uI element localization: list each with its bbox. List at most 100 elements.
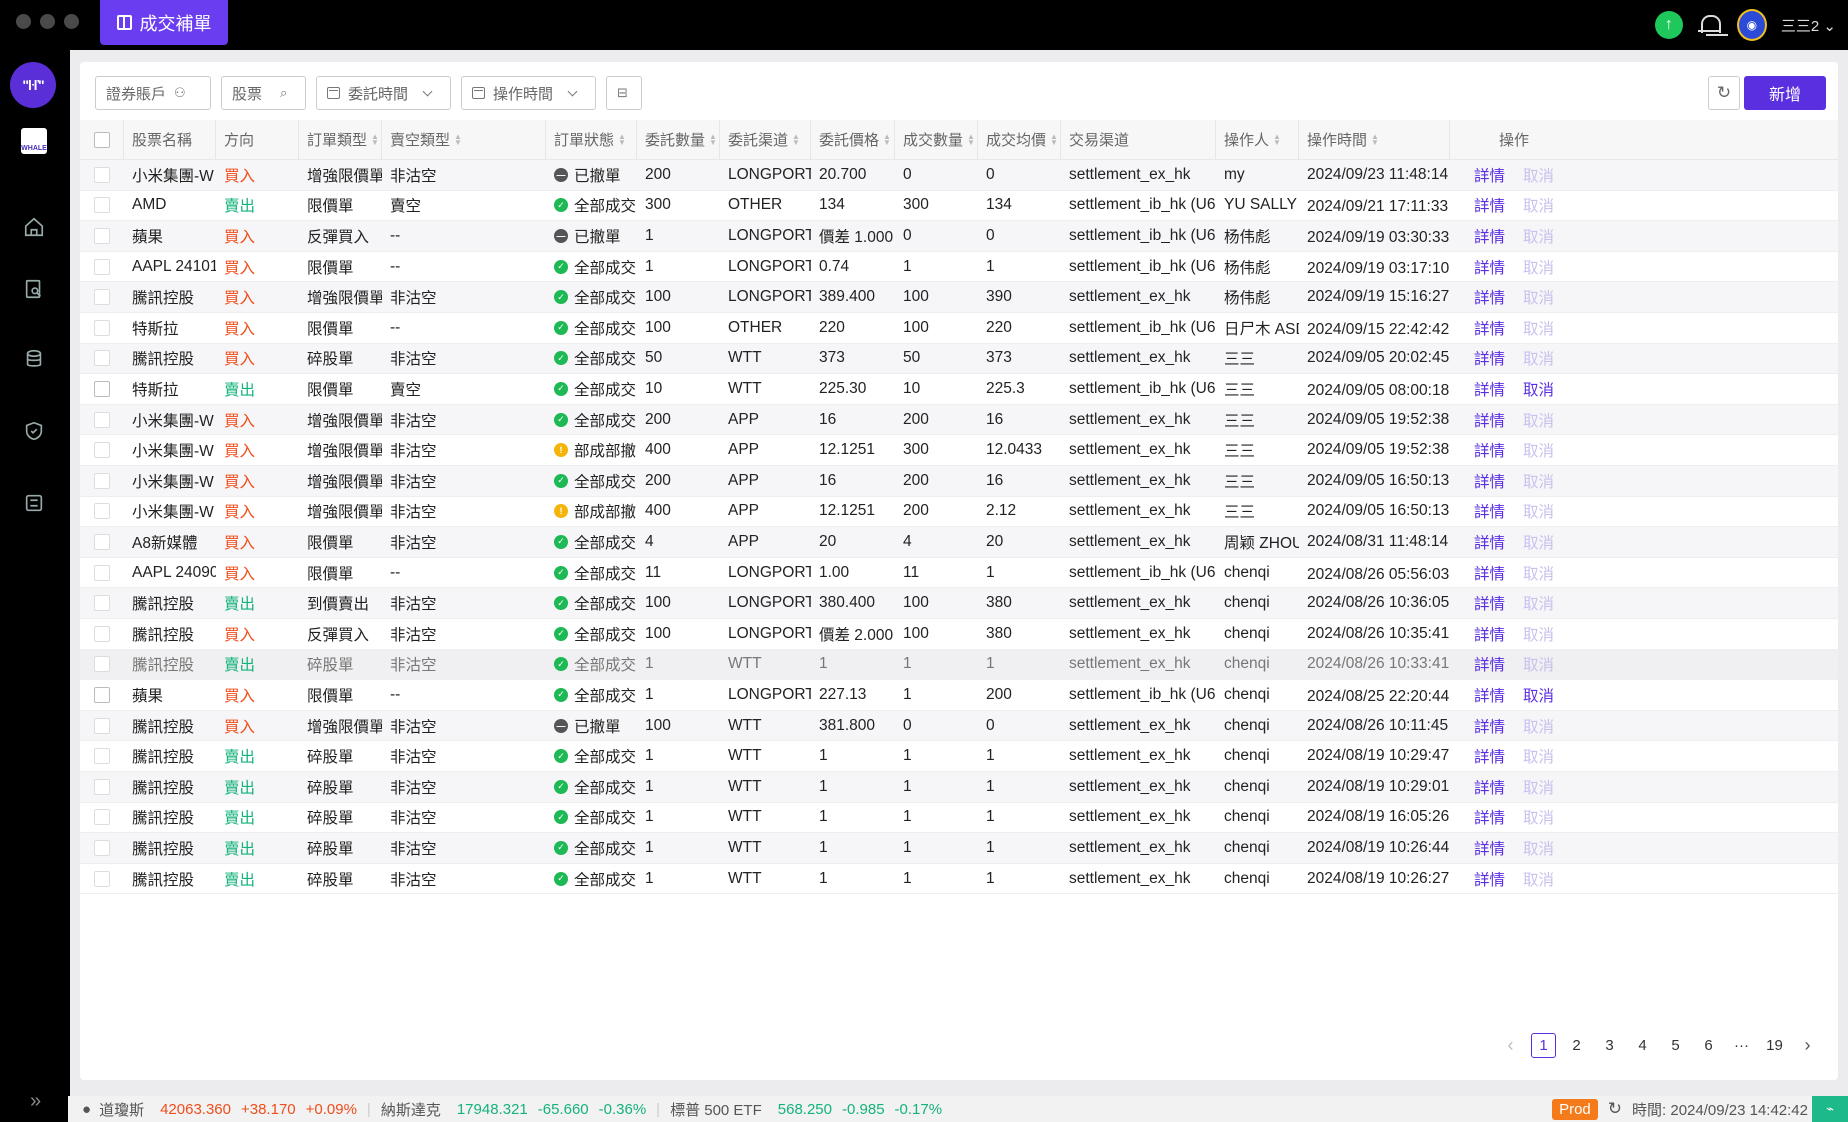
cancel-link[interactable]: 取消	[1523, 256, 1554, 278]
bell-icon[interactable]	[1697, 12, 1723, 38]
cancel-link[interactable]: 取消	[1523, 470, 1554, 492]
row-checkbox[interactable]	[94, 411, 110, 428]
column-header-filled-qty[interactable]: 成交數量 ▲ ▼	[895, 120, 978, 159]
detail-link[interactable]: 詳情	[1474, 745, 1505, 767]
page-button[interactable]: 5	[1663, 1033, 1688, 1058]
sort-icon[interactable]: ▲ ▼	[792, 132, 800, 146]
row-checkbox[interactable]	[94, 503, 110, 520]
cancel-link[interactable]: 取消	[1523, 745, 1554, 767]
cancel-link[interactable]: 取消	[1523, 225, 1554, 247]
cancel-link[interactable]: 取消	[1523, 317, 1554, 339]
column-header-order-status[interactable]: 訂單狀態 ▲ ▼	[546, 120, 637, 159]
detail-link[interactable]: 詳情	[1474, 653, 1505, 675]
order-time-filter[interactable]: 委託時間	[316, 76, 451, 110]
detail-link[interactable]: 詳情	[1474, 286, 1505, 308]
row-checkbox[interactable]	[94, 595, 110, 612]
row-checkbox[interactable]	[94, 656, 110, 673]
collapse-sidebar-icon[interactable]: »	[30, 1090, 41, 1113]
detail-link[interactable]: 詳情	[1474, 715, 1505, 737]
cancel-link[interactable]: 取消	[1523, 776, 1554, 798]
row-checkbox[interactable]	[94, 778, 110, 795]
row-checkbox[interactable]	[94, 625, 110, 642]
row-checkbox[interactable]	[94, 166, 110, 183]
detail-link[interactable]: 詳情	[1474, 562, 1505, 584]
cancel-link[interactable]: 取消	[1523, 439, 1554, 461]
settings-list-icon[interactable]	[22, 491, 46, 515]
detail-link[interactable]: 詳情	[1474, 837, 1505, 859]
row-checkbox[interactable]	[94, 748, 110, 765]
sort-icon[interactable]: ▲ ▼	[709, 132, 717, 146]
row-checkbox[interactable]	[94, 870, 110, 887]
detail-link[interactable]: 詳情	[1474, 164, 1505, 186]
detail-link[interactable]: 詳情	[1474, 225, 1505, 247]
page-button[interactable]: ···	[1729, 1033, 1754, 1058]
sort-icon[interactable]: ▲ ▼	[1273, 132, 1281, 146]
user-name[interactable]: 三三2 ⌄	[1781, 15, 1836, 36]
window-minimize-button[interactable]	[40, 14, 55, 29]
cancel-link[interactable]: 取消	[1523, 194, 1554, 216]
detail-link[interactable]: 詳情	[1474, 776, 1505, 798]
operate-time-filter[interactable]: 操作時間	[461, 76, 596, 110]
upload-icon[interactable]: ↑	[1654, 11, 1683, 39]
column-header-order-price[interactable]: 委託價格 ▲ ▼	[811, 120, 895, 159]
home-icon[interactable]	[22, 215, 46, 239]
sort-icon[interactable]: ▲ ▼	[883, 132, 891, 146]
row-checkbox[interactable]	[94, 717, 110, 734]
detail-link[interactable]: 詳情	[1474, 256, 1505, 278]
cancel-link[interactable]: 取消	[1523, 378, 1554, 400]
column-header-order-type[interactable]: 訂單類型 ▲ ▼	[299, 120, 382, 159]
cancel-link[interactable]: 取消	[1523, 531, 1554, 553]
sort-icon[interactable]: ▲ ▼	[371, 132, 379, 146]
column-header-avg-price[interactable]: 成交均價 ▲ ▼	[978, 120, 1061, 159]
column-header-operator[interactable]: 操作人 ▲ ▼	[1216, 120, 1299, 159]
search-document-icon[interactable]	[22, 277, 46, 301]
row-checkbox[interactable]	[94, 839, 110, 856]
cancel-link[interactable]: 取消	[1523, 868, 1554, 890]
sort-icon[interactable]: ▲ ▼	[618, 132, 626, 146]
detail-link[interactable]: 詳情	[1474, 592, 1505, 614]
cancel-link[interactable]: 取消	[1523, 684, 1554, 706]
row-checkbox[interactable]	[94, 442, 110, 459]
cancel-link[interactable]: 取消	[1523, 653, 1554, 675]
cancel-link[interactable]: 取消	[1523, 286, 1554, 308]
page-button[interactable]: 1	[1531, 1032, 1556, 1058]
detail-link[interactable]: 詳情	[1474, 470, 1505, 492]
page-button[interactable]: 4	[1630, 1033, 1655, 1058]
shield-icon[interactable]	[22, 419, 46, 443]
cancel-link[interactable]: 取消	[1523, 562, 1554, 584]
cancel-link[interactable]: 取消	[1523, 806, 1554, 828]
cancel-link[interactable]: 取消	[1523, 592, 1554, 614]
cancel-link[interactable]: 取消	[1523, 347, 1554, 369]
detail-link[interactable]: 詳情	[1474, 806, 1505, 828]
page-button[interactable]: 3	[1597, 1033, 1622, 1058]
detail-link[interactable]: 詳情	[1474, 409, 1505, 431]
sort-icon[interactable]: ▲ ▼	[1050, 132, 1058, 146]
detail-link[interactable]: 詳情	[1474, 500, 1505, 522]
clear-filter-button[interactable]: ⊟	[606, 76, 642, 110]
sync-icon[interactable]: ↻	[1608, 1099, 1622, 1119]
app-logo[interactable]: "ŀľ"	[10, 62, 56, 108]
row-checkbox[interactable]	[94, 227, 110, 244]
detail-link[interactable]: 詳情	[1474, 347, 1505, 369]
detail-link[interactable]: 詳情	[1474, 439, 1505, 461]
detail-link[interactable]: 詳情	[1474, 868, 1505, 890]
page-button[interactable]: 2	[1564, 1033, 1589, 1058]
whale-logo[interactable]: WHALE	[21, 128, 47, 154]
cancel-link[interactable]: 取消	[1523, 500, 1554, 522]
detail-link[interactable]: 詳情	[1474, 623, 1505, 645]
row-checkbox[interactable]	[94, 197, 110, 214]
support-icon[interactable]: ⌁	[1812, 1096, 1848, 1122]
detail-link[interactable]: 詳情	[1474, 194, 1505, 216]
cancel-link[interactable]: 取消	[1523, 715, 1554, 737]
row-checkbox[interactable]	[94, 686, 110, 703]
window-close-button[interactable]	[16, 14, 31, 29]
page-button[interactable]: 19	[1762, 1033, 1787, 1058]
cancel-link[interactable]: 取消	[1523, 409, 1554, 431]
window-zoom-button[interactable]	[64, 14, 79, 29]
select-all-checkbox[interactable]	[94, 131, 110, 148]
row-checkbox[interactable]	[94, 564, 110, 581]
row-checkbox[interactable]	[94, 809, 110, 826]
detail-link[interactable]: 詳情	[1474, 317, 1505, 339]
prev-page-icon[interactable]: ‹	[1498, 1033, 1523, 1058]
cancel-link[interactable]: 取消	[1523, 837, 1554, 859]
